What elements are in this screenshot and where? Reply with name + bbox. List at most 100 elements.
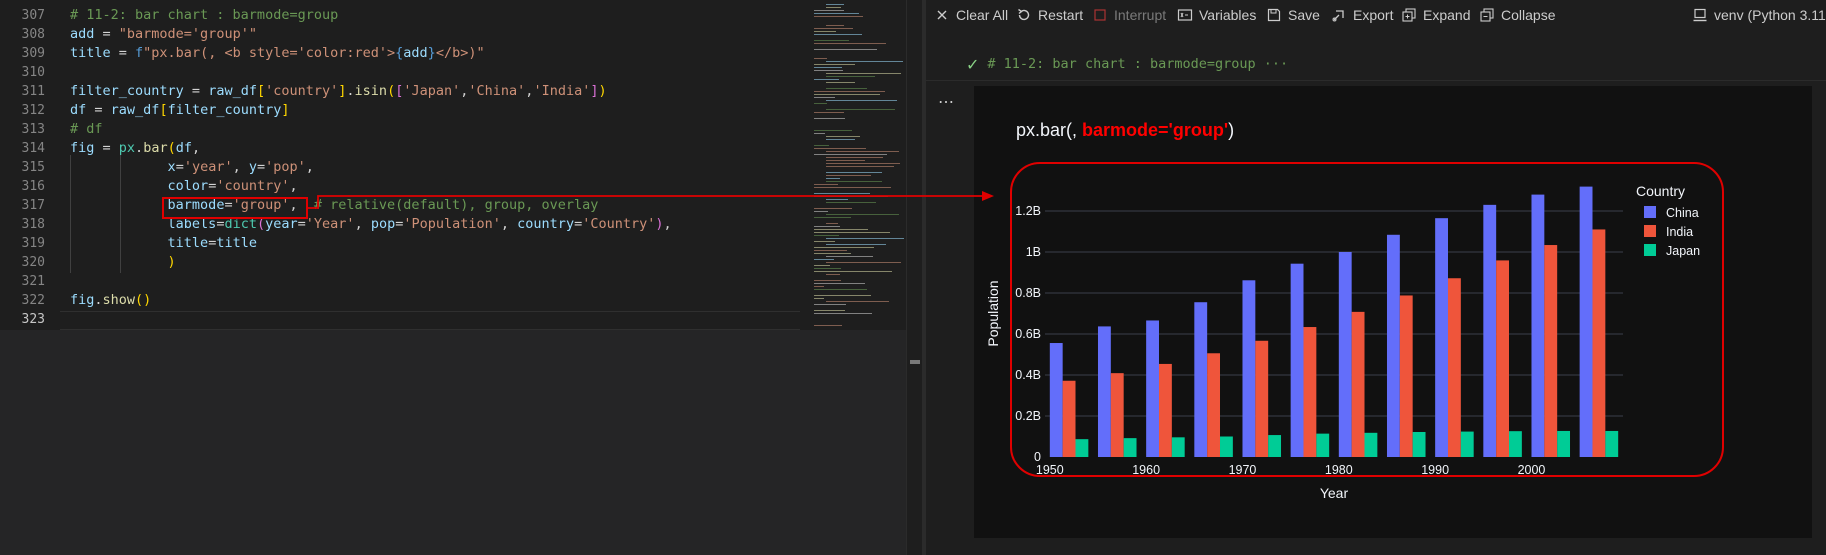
minimap-line xyxy=(826,202,876,203)
bar-india xyxy=(1158,363,1172,457)
clear-all-button[interactable]: Clear All xyxy=(934,5,1008,25)
annotation-highlight-box xyxy=(162,197,308,219)
cell-header[interactable]: ✓ # 11-2: bar chart : barmode=group ··· xyxy=(966,54,1288,74)
bar-china xyxy=(1435,218,1448,457)
editor-scrollbar[interactable] xyxy=(906,0,922,555)
minimap-line xyxy=(826,214,899,215)
minimap-line xyxy=(814,70,843,71)
minimap-line xyxy=(826,166,895,167)
kernel-picker[interactable]: venv (Python 3.11.1 xyxy=(1692,5,1826,25)
legend-item-china: China xyxy=(1666,206,1699,220)
bar-china xyxy=(1338,252,1352,457)
line-number: 307 xyxy=(21,8,45,23)
minimap-line xyxy=(814,226,841,227)
expand-label: Expand xyxy=(1423,7,1471,23)
minimap-line xyxy=(826,151,900,152)
legend-swatch xyxy=(1644,206,1656,218)
cell-more-icon[interactable]: … xyxy=(938,88,955,107)
minimap-line xyxy=(826,160,866,161)
code-line[interactable]: barmode='group', # relative(default), gr… xyxy=(70,196,599,215)
y-tick-label: 1.2B xyxy=(1015,204,1041,218)
minimap-line xyxy=(826,181,883,182)
line-number: 319 xyxy=(21,236,45,251)
code-line[interactable]: df = raw_df[filter_country] xyxy=(70,101,290,120)
minimap-line xyxy=(814,148,867,149)
minimap-line xyxy=(814,58,828,59)
bar-india xyxy=(1496,260,1510,457)
minimap-line xyxy=(814,28,854,29)
bar-china xyxy=(1579,186,1593,457)
minimap[interactable] xyxy=(806,0,906,330)
minimap-line xyxy=(814,112,844,113)
minimap-line xyxy=(814,286,824,287)
export-button[interactable]: Export xyxy=(1331,5,1393,25)
legend-swatch xyxy=(1644,244,1656,256)
collapse-button[interactable]: Collapse xyxy=(1479,5,1555,25)
minimap-line xyxy=(826,178,840,179)
bar-chart[interactable]: 0 0.2B 0.4B 0.6B 0.8B 1B 1.2B 1950 1960 1970 1980 1… xyxy=(974,86,1812,538)
code-line[interactable]: fig.show() xyxy=(70,291,151,310)
minimap-line xyxy=(814,265,831,266)
code-line[interactable]: title=title xyxy=(70,234,257,253)
legend-swatch xyxy=(1644,225,1656,237)
code-line[interactable]: labels=dict(year='Year', pop='Population… xyxy=(70,215,672,234)
minimap-line xyxy=(814,208,853,209)
expand-button[interactable]: Expand xyxy=(1401,5,1470,25)
code-line[interactable]: # 11-2: bar chart : barmode=group xyxy=(70,6,338,25)
save-button[interactable]: Save xyxy=(1266,5,1320,25)
x-tick-label: 2000 xyxy=(1518,463,1546,477)
minimap-line xyxy=(814,310,845,311)
bar-japan xyxy=(1557,430,1571,457)
code-line[interactable]: x='year', y='pop', xyxy=(70,158,314,177)
minimap-line xyxy=(814,187,892,188)
code-line[interactable]: title = f"px.bar(, <b style='color:red'>… xyxy=(70,44,485,63)
y-axis-title: Population xyxy=(985,280,1001,346)
minimap-line xyxy=(826,199,849,200)
bar-japan xyxy=(1220,436,1233,457)
export-label: Export xyxy=(1353,7,1394,23)
code-line[interactable]: fig = px.bar(df, xyxy=(70,139,200,158)
line-number: 320 xyxy=(21,255,45,270)
legend-title: Country xyxy=(1636,183,1685,199)
minimap-line xyxy=(814,325,842,326)
code-line[interactable]: filter_country = raw_df['country'].isin(… xyxy=(70,82,607,101)
panel-scrollbar[interactable] xyxy=(1812,86,1826,538)
close-icon xyxy=(934,7,950,23)
kernel-label: venv (Python 3.11.1 xyxy=(1714,7,1826,23)
minimap-line xyxy=(826,109,896,110)
minimap-line xyxy=(814,289,868,290)
variables-button[interactable]: Variables xyxy=(1177,5,1256,25)
interrupt-button[interactable]: Interrupt xyxy=(1092,5,1166,25)
minimap-line xyxy=(826,301,889,302)
code-line[interactable]: color='country', xyxy=(70,177,298,196)
line-number: 314 xyxy=(21,141,45,156)
line-number: 321 xyxy=(21,274,45,289)
code-editor[interactable]: 307 # 11-2: bar chart : barmode=group 308 a… xyxy=(0,0,906,330)
minimap-line xyxy=(826,7,842,8)
cell-divider xyxy=(926,80,1826,81)
minimap-line xyxy=(826,100,897,101)
minimap-line xyxy=(814,271,893,272)
minimap-line xyxy=(826,139,855,140)
code-line[interactable]: ) xyxy=(70,253,176,272)
minimap-line xyxy=(826,238,904,239)
bar-china xyxy=(1386,234,1400,457)
bar-japan xyxy=(1364,432,1378,457)
editor-scrollbar-thumb[interactable] xyxy=(910,360,920,364)
code-line[interactable]: # df xyxy=(70,120,103,139)
export-icon xyxy=(1331,7,1347,23)
minimap-line xyxy=(826,244,886,245)
minimap-line xyxy=(814,304,846,305)
minimap-line xyxy=(826,61,903,62)
plot-output[interactable]: px.bar(, barmode='group') 0 0.2B 0.4B 0.6B 0… xyxy=(974,86,1812,538)
minimap-line xyxy=(826,82,855,83)
restart-button[interactable]: Restart xyxy=(1016,5,1083,25)
code-line[interactable]: add = "barmode='group'" xyxy=(70,25,257,44)
bar-india xyxy=(1447,278,1461,457)
minimap-line xyxy=(814,31,836,32)
restart-label: Restart xyxy=(1038,7,1084,23)
x-tick-label: 1970 xyxy=(1229,463,1257,477)
minimap-line xyxy=(814,283,866,284)
y-tick-label: 0.8B xyxy=(1015,286,1041,300)
line-number: 317 xyxy=(21,198,45,213)
